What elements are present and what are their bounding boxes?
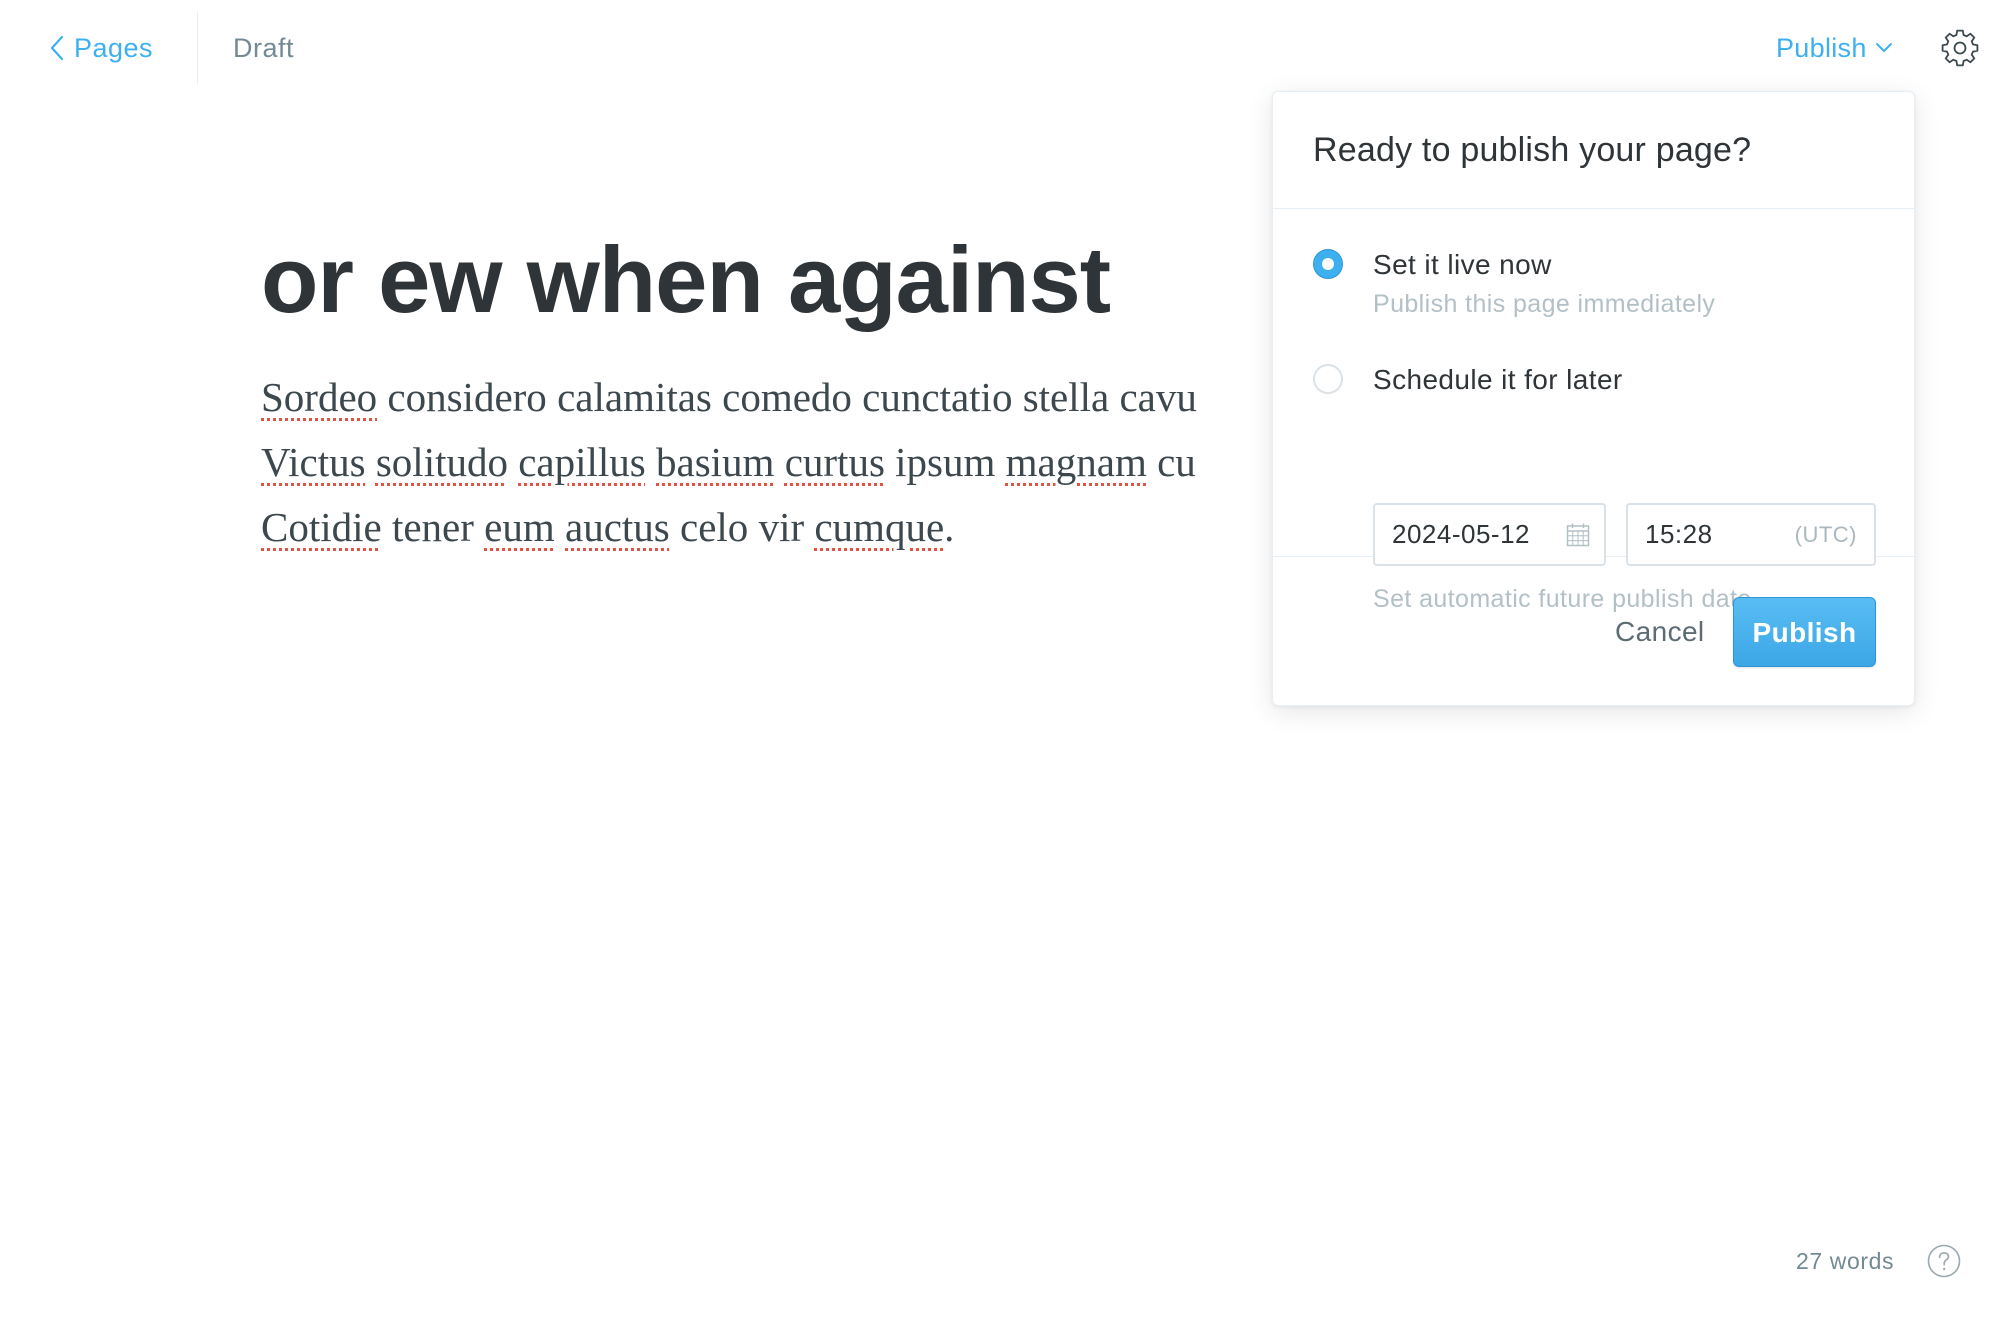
back-to-pages-link[interactable]: Pages xyxy=(50,28,153,68)
help-button[interactable] xyxy=(1927,1244,1961,1278)
publish-menu-label: Publish xyxy=(1776,32,1867,63)
body-line: Cotidie tener eum auctus celo vir cumque… xyxy=(261,504,955,550)
misspelled-word: eum xyxy=(484,504,555,550)
misspelled-word: auctus xyxy=(565,504,670,550)
radio-schedule-later[interactable] xyxy=(1313,364,1343,394)
misspelled-word: capillus xyxy=(518,439,646,485)
publish-menu-trigger[interactable]: Publish xyxy=(1776,28,1893,68)
popover-title: Ready to publish your page? xyxy=(1313,130,1752,169)
header-divider xyxy=(197,12,198,84)
gear-icon xyxy=(1940,28,1980,68)
publish-options: Set it live now Publish this page immedi… xyxy=(1273,209,1914,613)
post-settings-button[interactable] xyxy=(1940,28,1980,68)
misspelled-word: Sordeo xyxy=(261,374,378,420)
misspelled-word: Cotidie xyxy=(261,504,382,550)
popover-footer: Cancel Publish xyxy=(1273,557,1914,705)
option-description: Publish this page immediately xyxy=(1373,290,1716,318)
option-label: Schedule it for later xyxy=(1373,364,1623,395)
word-count: 27 words xyxy=(1796,1248,1895,1274)
time-value: 15:28 xyxy=(1645,519,1713,549)
timezone-label: (UTC) xyxy=(1794,522,1857,547)
misspelled-word: solitudo xyxy=(375,439,508,485)
misspelled-word: magnam xyxy=(1005,439,1147,485)
option-label: Set it live now xyxy=(1373,249,1552,280)
post-title[interactable]: or ew when against xyxy=(261,225,1111,335)
chevron-left-icon xyxy=(50,35,64,61)
publish-button[interactable]: Publish xyxy=(1733,597,1876,667)
cancel-button[interactable]: Cancel xyxy=(1593,597,1727,667)
chevron-down-icon xyxy=(1875,42,1893,54)
misspelled-word: Victus xyxy=(261,439,366,485)
radio-set-live-now[interactable] xyxy=(1313,249,1343,279)
back-link-label: Pages xyxy=(74,32,154,63)
post-status: Draft xyxy=(233,33,295,63)
body-line: Victus solitudo capillus basium curtus i… xyxy=(261,439,1196,485)
calendar-icon[interactable] xyxy=(1566,523,1590,547)
misspelled-word: cumque xyxy=(814,504,945,550)
publish-popover: Ready to publish your page? Set it live … xyxy=(1272,91,1915,706)
date-value: 2024-05-12 xyxy=(1392,519,1530,549)
post-body-editor[interactable]: Sordeo considero calamitas comedo cuncta… xyxy=(261,365,1361,560)
misspelled-word: curtus xyxy=(784,439,885,485)
popover-header: Ready to publish your page? xyxy=(1273,92,1914,209)
editor-header: Pages Draft Publish xyxy=(0,0,2000,96)
misspelled-word: basium xyxy=(656,439,775,485)
question-circle-icon xyxy=(1927,1244,1961,1278)
body-line: Sordeo considero calamitas comedo cuncta… xyxy=(261,374,1197,420)
